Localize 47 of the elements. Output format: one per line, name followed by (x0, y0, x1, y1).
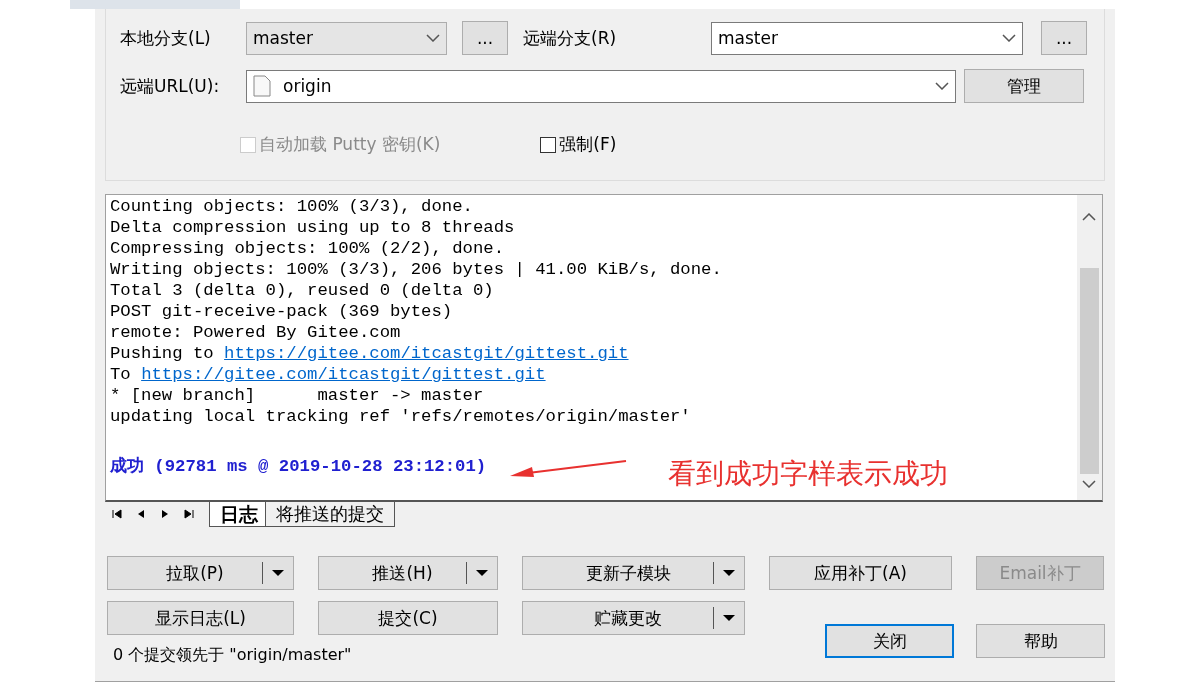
log-line: * [new branch] master -> master (110, 385, 484, 406)
log-line: To https://gitee.com/itcastgit/gittest.git (110, 364, 546, 385)
split-button[interactable]: 推送(H) (318, 556, 498, 590)
caret-icon (722, 569, 736, 577)
caret-icon (475, 569, 489, 577)
log-link[interactable]: https://gitee.com/itcastgit/gittest.git (224, 344, 629, 363)
action-button[interactable]: 显示日志(L) (107, 601, 294, 635)
url-combobox[interactable]: origin (246, 69, 956, 103)
dialog-button[interactable]: 关闭 (825, 624, 954, 658)
split-button[interactable]: 贮藏更改 (522, 601, 745, 635)
split-button[interactable]: 更新子模块 (522, 556, 745, 590)
action-button[interactable]: 提交(C) (318, 601, 498, 635)
first-icon[interactable] (111, 508, 123, 520)
chevron-down-icon (426, 34, 440, 42)
branch-combobox[interactable]: master (711, 21, 1023, 55)
field-label: 远端分支(R) (523, 26, 618, 50)
action-button[interactable]: 应用补丁(A) (769, 556, 952, 590)
result-line: 成功 (92781 ms @ 2019-10-28 23:12:01) (110, 456, 487, 477)
chevron-down-icon (1002, 34, 1016, 42)
log-line: remote: Powered By Gitee.com (110, 322, 401, 343)
scroll-down-icon (1082, 480, 1096, 488)
log-line: Counting objects: 100% (3/3), done. (110, 196, 473, 217)
field-label: 本地分支(L) (120, 26, 212, 50)
log-line: Total 3 (delta 0), reused 0 (delta 0) (110, 280, 494, 301)
field-label: 远端URL(U): (120, 74, 221, 98)
tab[interactable]: 将推送的提交 (265, 502, 395, 527)
scrollbar[interactable] (1077, 195, 1102, 500)
log-line: Compressing objects: 100% (2/2), done. (110, 238, 505, 259)
annotation-text: 看到成功字样表示成功 (668, 456, 948, 492)
log-link[interactable]: https://gitee.com/itcastgit/gittest.git (141, 365, 546, 384)
manage-button[interactable]: 管理 (964, 69, 1084, 103)
dialog-button[interactable]: 帮助 (976, 624, 1105, 658)
scroll-up-icon (1082, 213, 1096, 221)
log-line: Pushing to https://gitee.com/itcastgit/gittest.git (110, 343, 629, 364)
chevron-down-icon (935, 82, 949, 90)
last-icon[interactable] (183, 508, 195, 520)
caret-icon (271, 569, 285, 577)
caret-icon (722, 614, 736, 622)
browse-button[interactable]: ... (1041, 21, 1087, 55)
file-icon (253, 75, 271, 97)
split-button[interactable]: 拉取(P) (107, 556, 294, 590)
status-text: 0 个提交领先于 "origin/master" (113, 645, 353, 666)
log-line: updating local tracking ref 'refs/remotes/origin/master' (110, 406, 691, 427)
log-line: Delta compression using up to 8 threads (110, 217, 515, 238)
log-line: Writing objects: 100% (3/3), 206 bytes | 41.00 KiB/s, done. (110, 259, 722, 280)
log-line: POST git-receive-pack (369 bytes) (110, 301, 453, 322)
option-checkbox[interactable]: 强制(F) (540, 133, 617, 156)
